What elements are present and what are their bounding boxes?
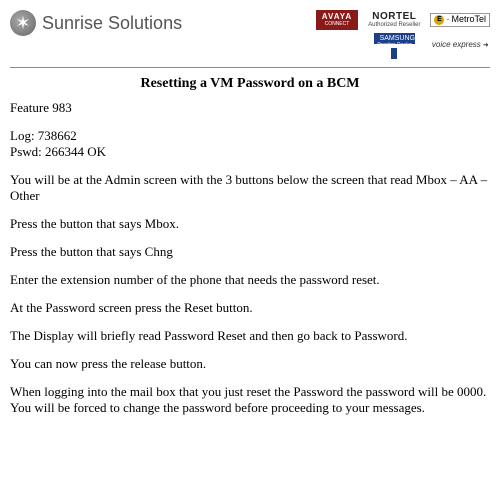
header: Sunrise Solutions AVAYACONNECT NORTEL Au… [10, 10, 490, 63]
avaya-logo-icon: AVAYACONNECT [316, 10, 358, 30]
instruction-7: You can now press the release button. [10, 356, 490, 372]
page-title: Resetting a VM Password on a BCM [10, 76, 490, 92]
instruction-1: You will be at the Admin screen with the… [10, 172, 490, 204]
partner-logos: AVAYACONNECT NORTEL Authorized Reseller … [316, 10, 490, 57]
samsung-logo-icon: SAMSUNGPrestige Dealer [368, 34, 420, 57]
feature-line: Feature 983 [10, 100, 490, 116]
brand-logo-icon [10, 10, 36, 36]
nortel-logo-icon: NORTEL Authorized Reseller [368, 11, 420, 29]
instruction-3: Press the button that says Chng [10, 244, 490, 260]
pswd-line: Pswd: 266344 OK [10, 144, 490, 160]
voice-express-logo-icon: voice express [430, 41, 490, 50]
instruction-4: Enter the extension number of the phone … [10, 272, 490, 288]
instruction-2: Press the button that says Mbox. [10, 216, 490, 232]
brand: Sunrise Solutions [10, 10, 182, 36]
instruction-8: When logging into the mail box that you … [10, 384, 490, 416]
instruction-6: The Display will briefly read Password R… [10, 328, 490, 344]
log-line: Log: 738662 [10, 128, 490, 144]
brand-name: Sunrise Solutions [42, 13, 182, 34]
login-block: Log: 738662 Pswd: 266344 OK [10, 128, 490, 160]
divider [10, 67, 490, 68]
instruction-5: At the Password screen press the Reset b… [10, 300, 490, 316]
emetrotel-logo-icon: E-MetroTel [430, 13, 490, 27]
